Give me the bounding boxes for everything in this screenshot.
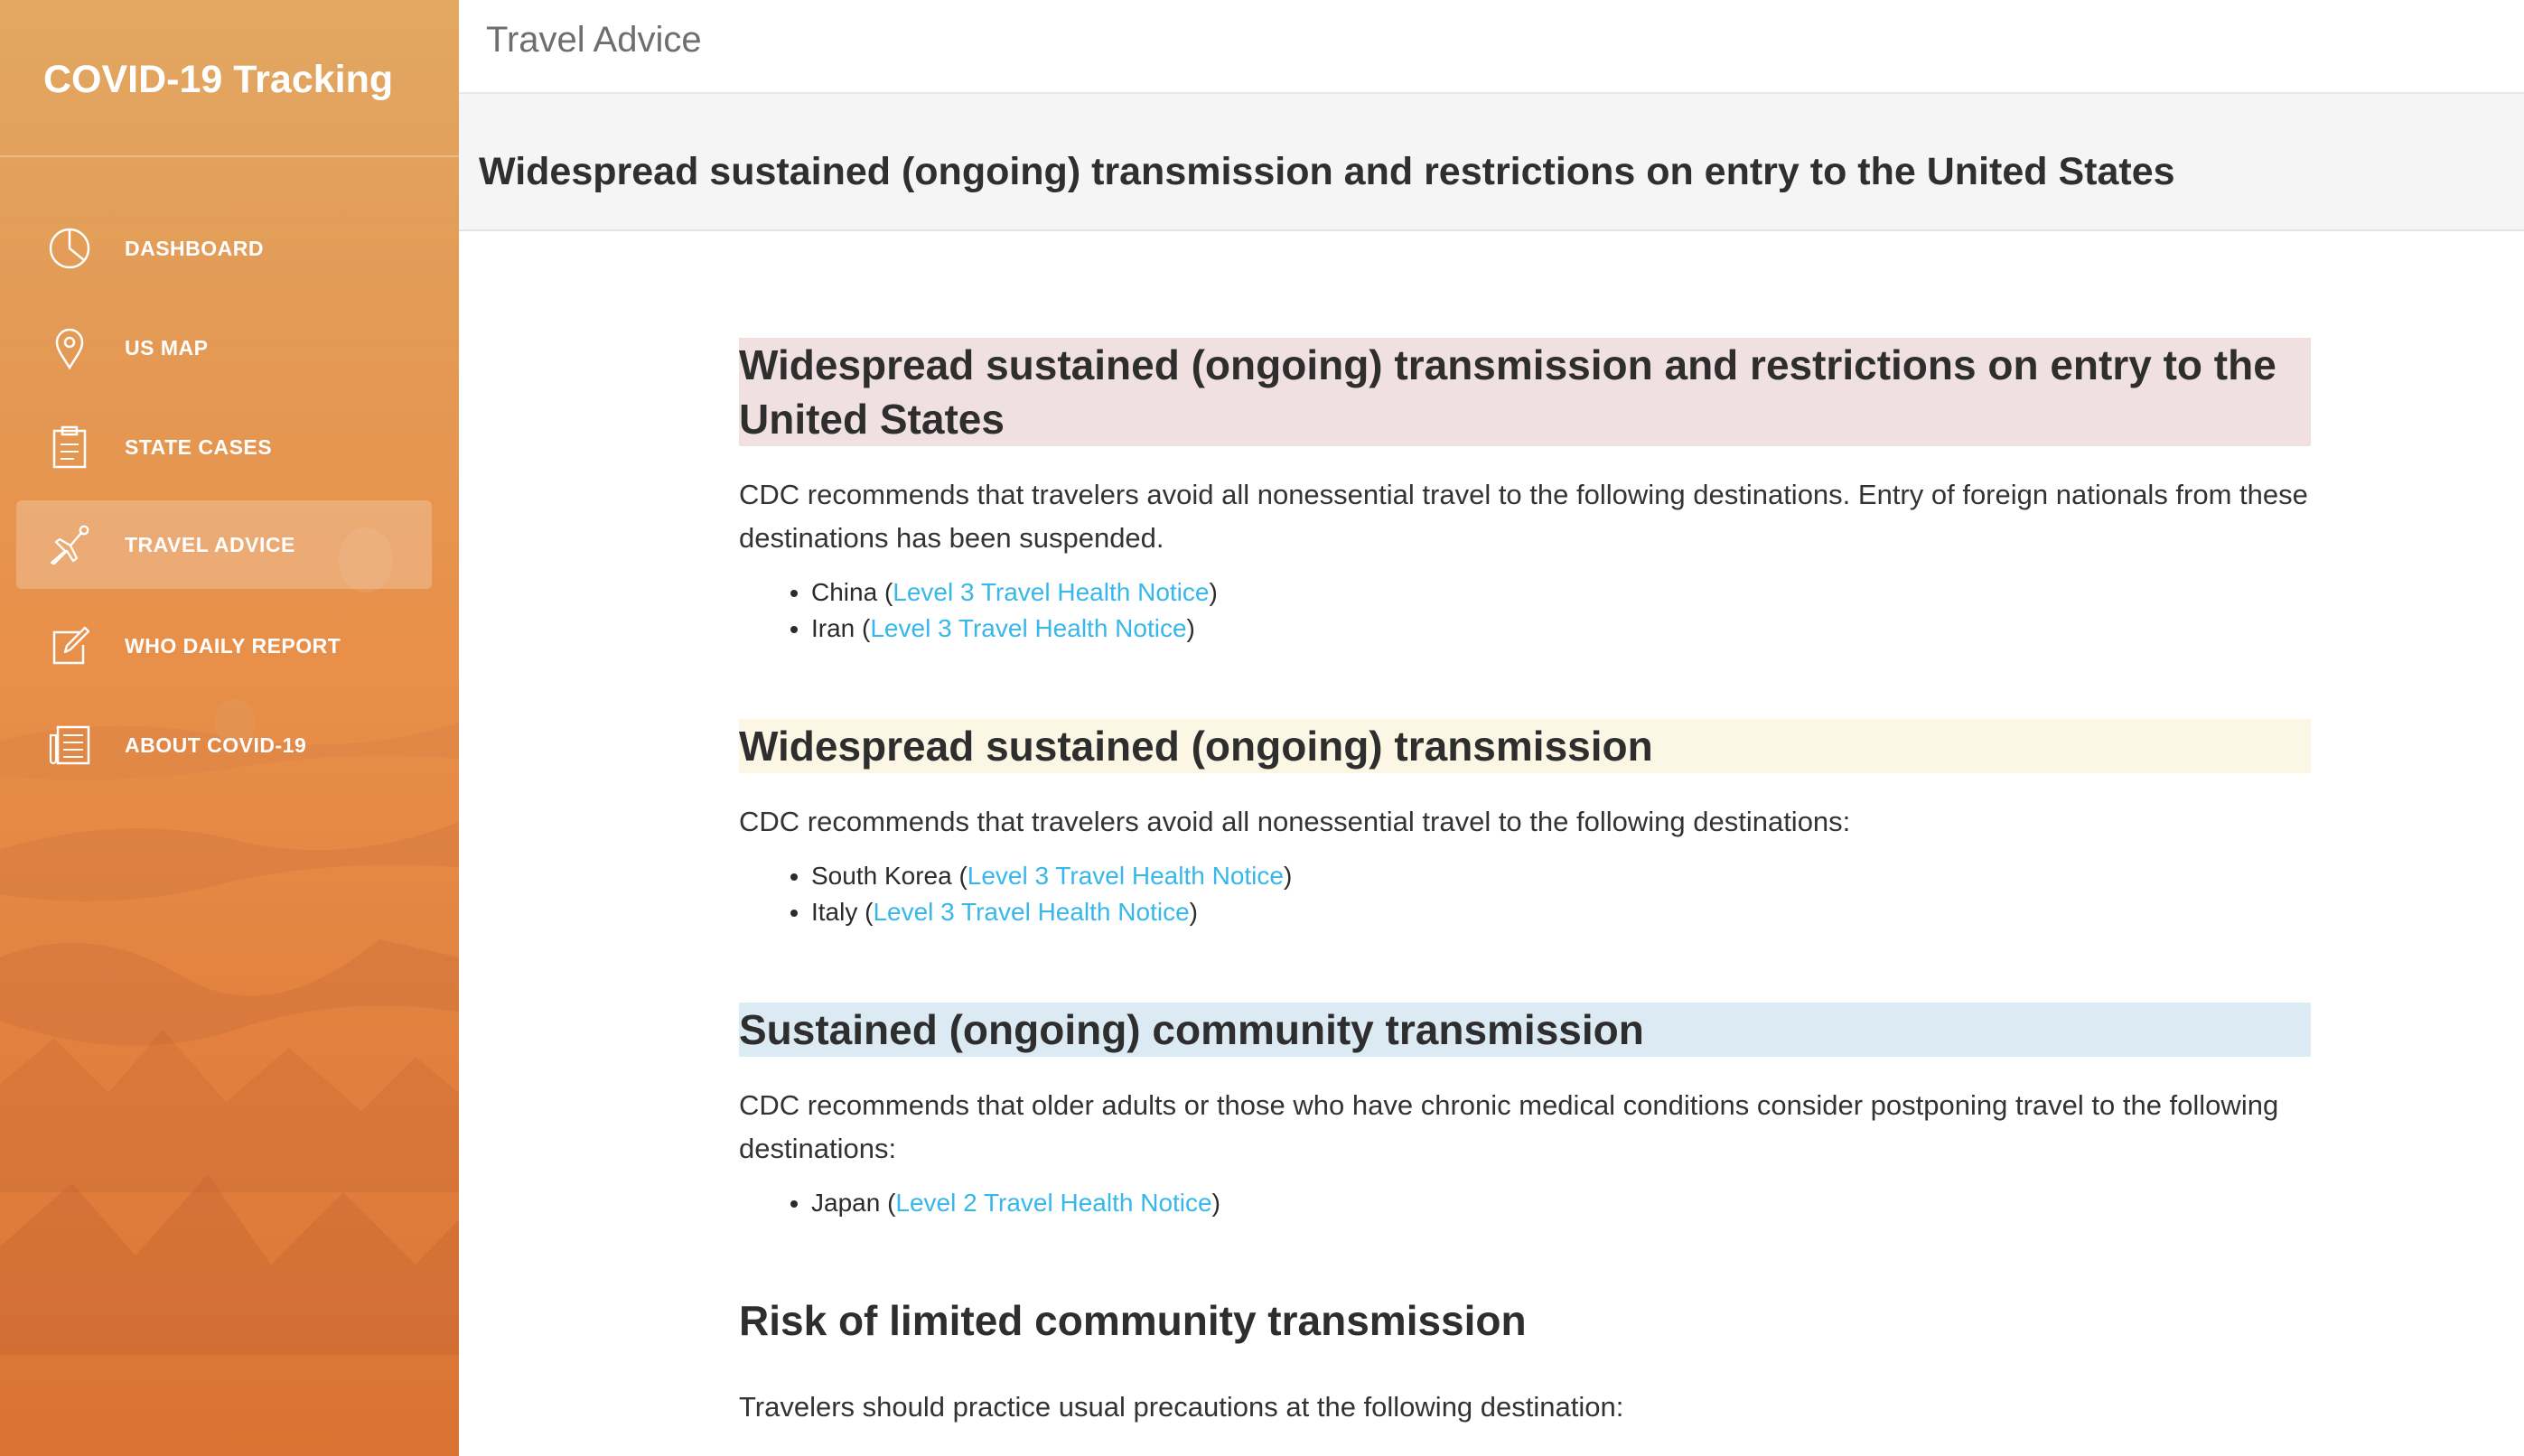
newspaper-icon	[49, 725, 90, 765]
top-bar: Travel Advice	[459, 0, 2524, 94]
page-title: Widespread sustained (ongoing) transmiss…	[479, 150, 2175, 193]
country-name: China	[811, 578, 878, 606]
advice-section: Risk of limited community transmission T…	[739, 1293, 2311, 1429]
destination-list: Japan (Level 2 Travel Health Notice)	[739, 1185, 2311, 1221]
sidebar-item-state-cases[interactable]: STATE CASES	[16, 403, 432, 491]
country-name: Italy	[811, 898, 858, 926]
section-description: CDC recommends that travelers avoid all …	[739, 479, 2308, 554]
brand-title: COVID-19 Tracking	[43, 58, 394, 101]
country-name: Japan	[811, 1189, 881, 1217]
brand-header: COVID-19 Tracking	[0, 0, 459, 157]
section-description: CDC recommends that travelers avoid all …	[739, 806, 1851, 837]
travel-notice-link[interactable]: Level 3 Travel Health Notice	[873, 898, 1189, 926]
section-heading: Sustained (ongoing) community transmissi…	[739, 1003, 2311, 1057]
sidebar-item-who-daily-report[interactable]: WHO DAILY REPORT	[16, 602, 432, 690]
travel-notice-link[interactable]: Level 2 Travel Health Notice	[895, 1189, 1211, 1217]
edit-icon	[52, 626, 90, 665]
sidebar-item-us-map[interactable]: US MAP	[16, 303, 432, 392]
travel-notice-link[interactable]: Level 3 Travel Health Notice	[870, 614, 1186, 642]
sidebar: COVID-19 Tracking DASHBOARD US MAP STATE…	[0, 0, 459, 1456]
topbar-title: Travel Advice	[486, 20, 702, 60]
sidebar-item-label: US MAP	[125, 336, 209, 359]
country-name: South Korea	[811, 862, 952, 890]
section-description: Travelers should practice usual precauti…	[739, 1391, 1624, 1423]
advice-section: Widespread sustained (ongoing) transmiss…	[739, 338, 2311, 647]
sidebar-item-travel-advice[interactable]: TRAVEL ADVICE	[16, 500, 432, 589]
destination-list: China (Level 3 Travel Health Notice) Ira…	[739, 574, 2311, 647]
country-name: Iran	[811, 614, 855, 642]
map-pin-icon	[55, 328, 84, 370]
sidebar-item-about-covid-19[interactable]: ABOUT COVID-19	[16, 701, 432, 789]
sidebar-item-label: TRAVEL ADVICE	[125, 533, 295, 556]
advice-section: Sustained (ongoing) community transmissi…	[739, 1003, 2311, 1221]
section-description: CDC recommends that older adults or thos…	[739, 1089, 2279, 1164]
list-item: South Korea (Level 3 Travel Health Notic…	[811, 858, 2311, 894]
section-heading: Widespread sustained (ongoing) transmiss…	[739, 338, 2311, 446]
destination-list: South Korea (Level 3 Travel Health Notic…	[739, 858, 2311, 930]
list-item: Iran (Level 3 Travel Health Notice)	[811, 611, 2311, 647]
travel-advice-content: Widespread sustained (ongoing) transmiss…	[739, 338, 2311, 1429]
travel-notice-link[interactable]: Level 3 Travel Health Notice	[893, 578, 1209, 606]
airplane-icon	[50, 525, 89, 565]
travel-notice-link[interactable]: Level 3 Travel Health Notice	[968, 862, 1284, 890]
section-heading: Risk of limited community transmission	[739, 1297, 1527, 1344]
advice-section: Widespread sustained (ongoing) transmiss…	[739, 719, 2311, 930]
sidebar-item-label: WHO DAILY REPORT	[125, 634, 341, 658]
sidebar-item-label: DASHBOARD	[125, 237, 264, 260]
clipboard-icon	[52, 425, 87, 469]
list-item: Japan (Level 2 Travel Health Notice)	[811, 1185, 2311, 1221]
list-item: China (Level 3 Travel Health Notice)	[811, 574, 2311, 611]
pie-chart-icon	[49, 228, 90, 269]
page-header: Widespread sustained (ongoing) transmiss…	[459, 94, 2524, 231]
sidebar-item-dashboard[interactable]: DASHBOARD	[16, 204, 432, 293]
sidebar-item-label: STATE CASES	[125, 435, 273, 459]
list-item: Italy (Level 3 Travel Health Notice)	[811, 894, 2311, 930]
sidebar-item-label: ABOUT COVID-19	[125, 733, 307, 757]
section-heading: Widespread sustained (ongoing) transmiss…	[739, 719, 2311, 773]
